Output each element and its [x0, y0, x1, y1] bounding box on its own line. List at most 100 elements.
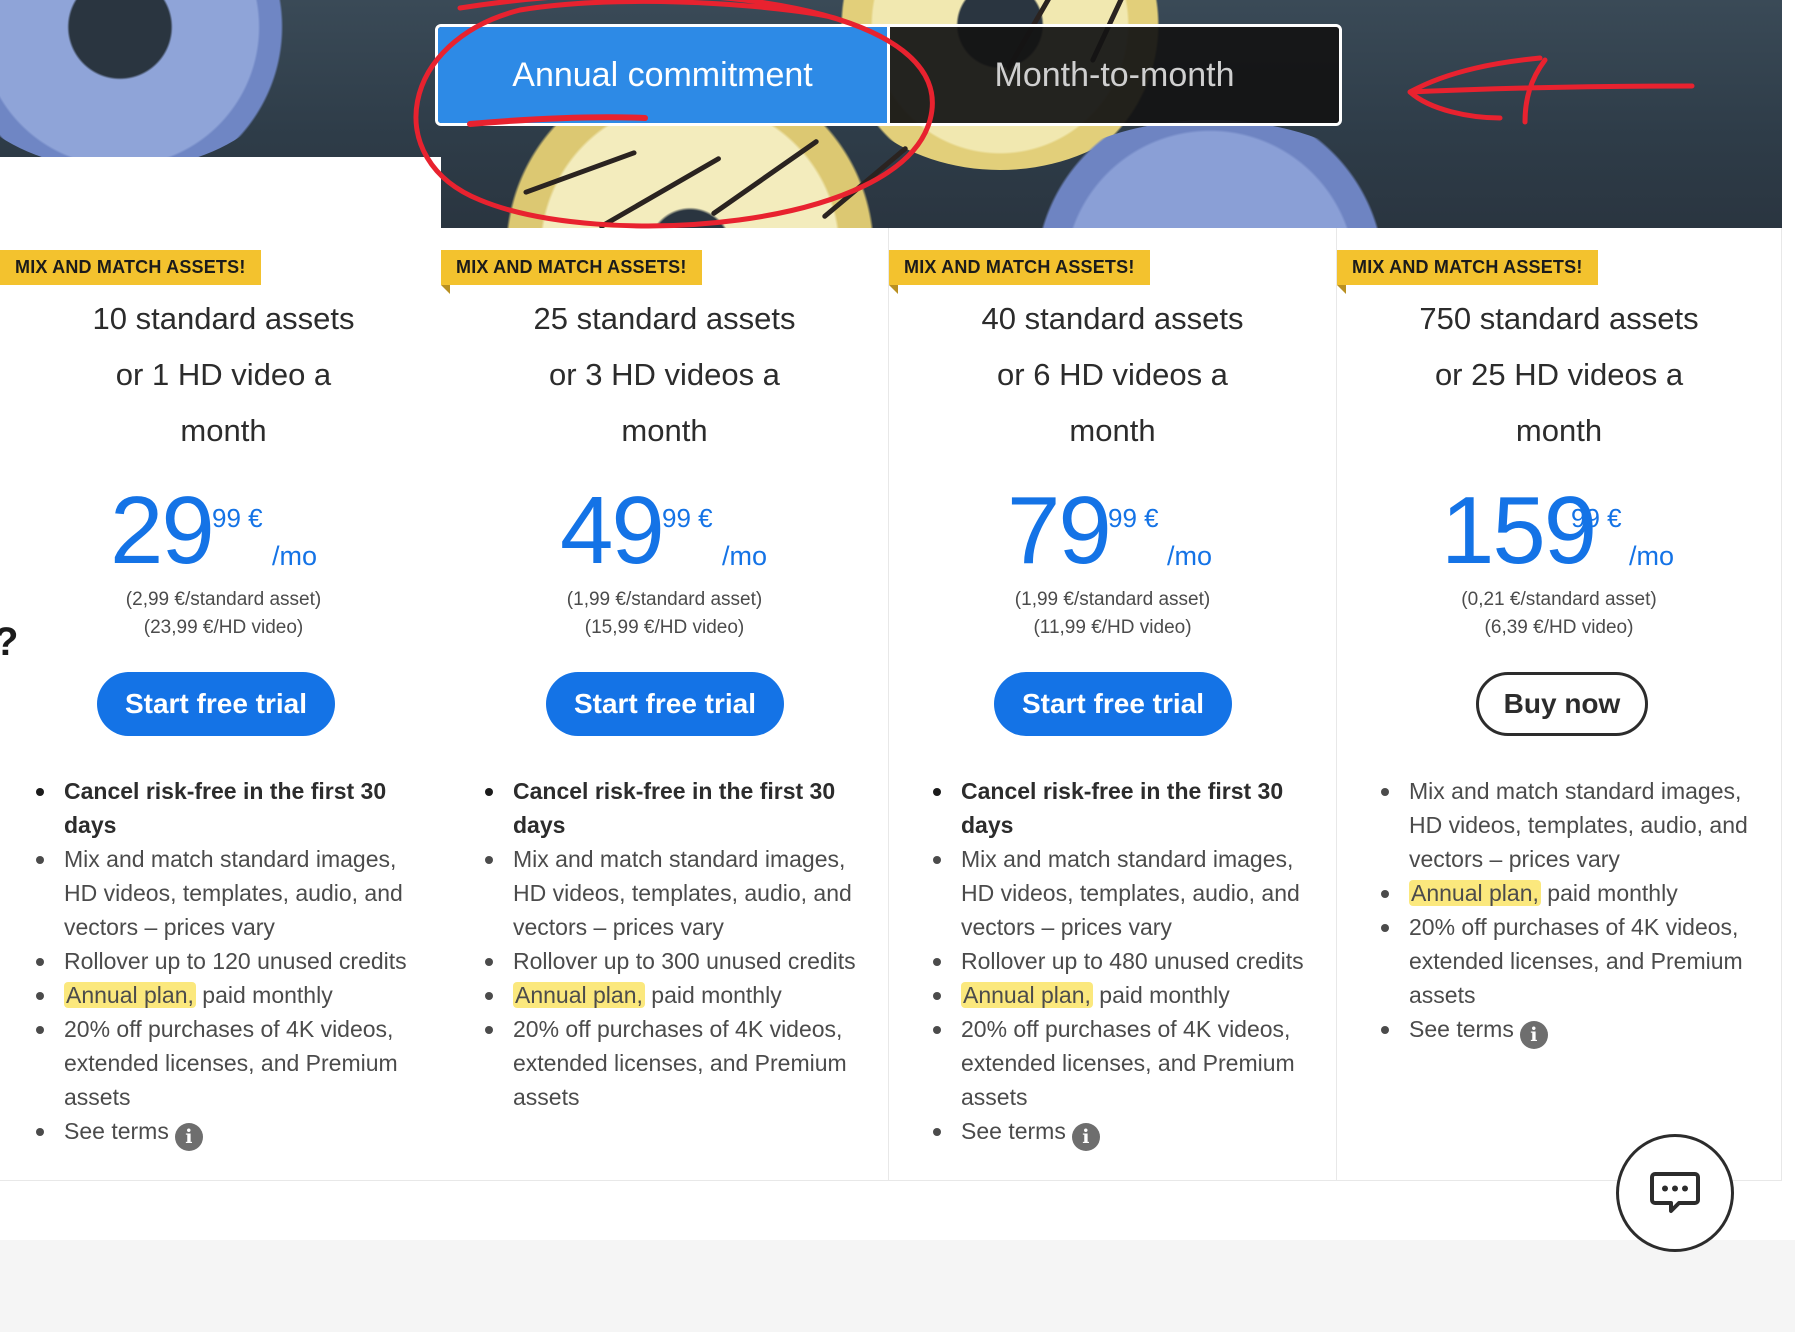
plan-unit-pricing: (0,21 €/standard asset) (6,39 €/HD video… — [1337, 586, 1781, 642]
plan-card-40-assets: MIX AND MATCH ASSETS! 40 standard assets… — [889, 228, 1337, 1181]
unit-price-video: (15,99 €/HD video) — [584, 617, 745, 638]
toggle-month-to-month[interactable]: Month-to-month — [890, 27, 1339, 123]
highlighted-text: Annual plan, — [1409, 880, 1541, 906]
toggle-annual-commitment[interactable]: Annual commitment — [438, 27, 890, 123]
chat-button[interactable] — [1616, 1134, 1734, 1252]
feature-item: Rollover up to 480 unused credits — [931, 944, 1311, 978]
feature-item: 20% off purchases of 4K videos, extended… — [931, 1012, 1311, 1114]
headline-line: or 25 HD videos a — [1434, 357, 1684, 392]
info-icon[interactable]: i — [1519, 1021, 1548, 1049]
unit-price-video: (23,99 €/HD video) — [143, 617, 304, 638]
price-period: /mo — [272, 541, 318, 571]
plan-badge: MIX AND MATCH ASSETS! — [889, 250, 1150, 285]
see-terms-link[interactable]: See terms — [64, 1118, 169, 1144]
feature-item: Mix and match standard images, HD videos… — [34, 842, 414, 944]
see-terms-link[interactable]: See terms — [1409, 1016, 1514, 1042]
feature-item: 20% off purchases of 4K videos, extended… — [34, 1012, 414, 1114]
feature-item: Mix and match standard images, HD videos… — [1379, 774, 1759, 876]
start-free-trial-button[interactable]: Start free trial — [97, 672, 335, 736]
headline-line: 25 standard assets — [533, 301, 796, 336]
price-decimal: 99 € — [1571, 503, 1622, 533]
plan-features: Mix and match standard images, HD videos… — [1379, 774, 1759, 1049]
feature-item: Rollover up to 120 unused credits — [34, 944, 414, 978]
unit-price-asset: (1,99 €/standard asset) — [566, 589, 763, 610]
price-decimal: 99 € — [212, 503, 263, 533]
headline-line: month — [1069, 413, 1156, 448]
unit-price-asset: (0,21 €/standard asset) — [1461, 589, 1657, 610]
headline-line: or 6 HD videos a — [997, 357, 1228, 392]
chat-icon — [1650, 1172, 1700, 1213]
plan-features: Cancel risk-free in the first 30 days Mi… — [483, 774, 863, 1114]
price-period: /mo — [1167, 541, 1213, 571]
feature-item: 20% off purchases of 4K videos, extended… — [1379, 910, 1759, 1012]
start-free-trial-button[interactable]: Start free trial — [994, 672, 1232, 736]
buy-now-button[interactable]: Buy now — [1476, 672, 1648, 736]
price-integer: 79 — [1007, 477, 1112, 584]
feature-item: See terms i — [34, 1114, 414, 1151]
feature-item: Mix and match standard images, HD videos… — [483, 842, 863, 944]
see-terms-link[interactable]: See terms — [961, 1118, 1066, 1144]
feature-item: Annual plan, paid monthly — [34, 978, 414, 1012]
feature-item: Annual plan, paid monthly — [483, 978, 863, 1012]
footer-band — [0, 1240, 1795, 1332]
start-free-trial-button[interactable]: Start free trial — [546, 672, 784, 736]
feature-text: paid monthly — [195, 982, 333, 1008]
info-icon[interactable]: i — [174, 1123, 203, 1151]
pricing-cards: MIX AND MATCH ASSETS! 10 standard assets… — [0, 228, 1782, 1181]
plan-unit-pricing: (1,99 €/standard asset) (11,99 €/HD vide… — [889, 586, 1336, 642]
feature-item: Mix and match standard images, HD videos… — [931, 842, 1311, 944]
plan-headline: 25 standard assets or 3 HD videos a mont… — [441, 291, 888, 459]
price-integer: 29 — [110, 477, 215, 584]
plan-card-750-assets: MIX AND MATCH ASSETS! 750 standard asset… — [1337, 228, 1782, 1181]
feature-text: paid monthly — [1540, 880, 1678, 906]
highlighted-text: Annual plan, — [961, 982, 1093, 1008]
info-icon[interactable]: i — [1071, 1123, 1100, 1151]
headline-line: or 1 HD video a — [115, 357, 332, 392]
plan-headline: 40 standard assets or 6 HD videos a mont… — [889, 291, 1336, 459]
feature-item: See terms i — [931, 1114, 1311, 1151]
feature-item: Annual plan, paid monthly — [931, 978, 1311, 1012]
plan-badge: MIX AND MATCH ASSETS! — [441, 250, 702, 285]
price-period: /mo — [722, 541, 768, 571]
headline-line: month — [1515, 413, 1603, 448]
plan-price: 159 99 € /mo — [1337, 483, 1781, 583]
feature-item: See terms i — [1379, 1012, 1759, 1049]
plan-card-10-assets: MIX AND MATCH ASSETS! 10 standard assets… — [0, 228, 448, 1181]
feature-text: paid monthly — [644, 982, 782, 1008]
plan-price: 29 99 € /mo — [0, 483, 447, 583]
plan-unit-pricing: (1,99 €/standard asset) (15,99 €/HD vide… — [441, 586, 888, 642]
hero-edge — [0, 157, 441, 228]
plan-features: Cancel risk-free in the first 30 days Mi… — [34, 774, 414, 1151]
unit-price-asset: (1,99 €/standard asset) — [1014, 589, 1211, 610]
plan-headline: 10 standard assets or 1 HD video a month — [0, 291, 447, 459]
price-decimal: 99 € — [1108, 503, 1159, 533]
headline-line: month — [180, 413, 267, 448]
cropped-glyph: ? — [0, 620, 18, 665]
billing-toggle: Annual commitment Month-to-month — [435, 24, 1342, 126]
price-integer: 49 — [560, 477, 665, 584]
highlighted-text: Annual plan, — [64, 982, 196, 1008]
feature-text: paid monthly — [1092, 982, 1230, 1008]
hero-edge — [1782, 0, 1795, 228]
plan-features: Cancel risk-free in the first 30 days Mi… — [931, 774, 1311, 1151]
feature-item: 20% off purchases of 4K videos, extended… — [483, 1012, 863, 1114]
plan-card-25-assets: MIX AND MATCH ASSETS! 25 standard assets… — [441, 228, 889, 1181]
feature-item: Cancel risk-free in the first 30 days — [483, 774, 863, 842]
plan-price: 49 99 € /mo — [441, 483, 888, 583]
feature-item: Cancel risk-free in the first 30 days — [34, 774, 414, 842]
headline-line: 10 standard assets — [92, 301, 355, 336]
plan-price: 79 99 € /mo — [889, 483, 1336, 583]
feature-item: Cancel risk-free in the first 30 days — [931, 774, 1311, 842]
highlighted-text: Annual plan, — [513, 982, 645, 1008]
plan-headline: 750 standard assets or 25 HD videos a mo… — [1337, 291, 1781, 459]
unit-price-video: (6,39 €/HD video) — [1484, 617, 1634, 638]
plan-badge: MIX AND MATCH ASSETS! — [1337, 250, 1598, 285]
headline-line: month — [621, 413, 708, 448]
unit-price-asset: (2,99 €/standard asset) — [125, 589, 322, 610]
feature-item: Rollover up to 300 unused credits — [483, 944, 863, 978]
headline-line: 750 standard assets — [1419, 301, 1699, 336]
plan-badge: MIX AND MATCH ASSETS! — [0, 250, 261, 285]
headline-line: or 3 HD videos a — [549, 357, 780, 392]
headline-line: 40 standard assets — [981, 301, 1244, 336]
donut-image-blue — [0, 0, 300, 170]
